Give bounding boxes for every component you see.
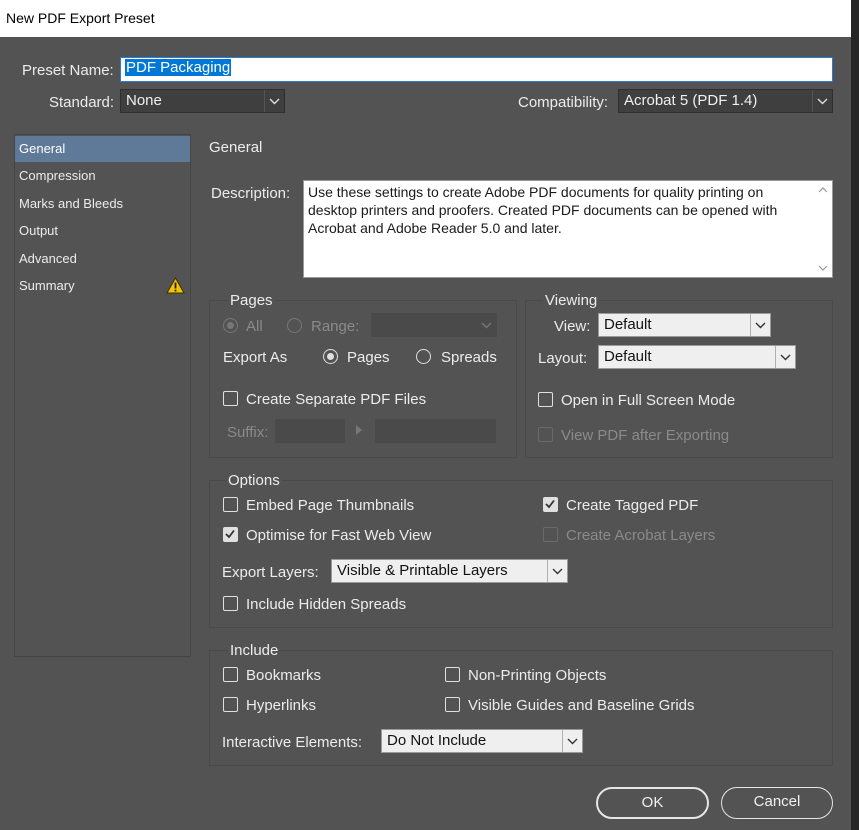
create-separate-pdf-label: Create Separate PDF Files: [246, 391, 427, 408]
standard-value: None: [126, 92, 162, 109]
preset-name-label: Preset Name:: [22, 62, 114, 79]
preset-name-value: PDF Packaging: [125, 59, 232, 76]
export-spreads-label: Spreads: [441, 349, 497, 366]
sidebar-item-general[interactable]: General: [15, 136, 190, 162]
sidebar-item-marks-and-bleeds[interactable]: Marks and Bleeds: [15, 191, 190, 217]
export-layers-label: Export Layers:: [222, 564, 319, 581]
export-spreads-radio[interactable]: [416, 349, 431, 364]
sidebar-item-compression[interactable]: Compression: [15, 163, 190, 189]
section-title: General: [209, 139, 263, 156]
export-as-label: Export As: [223, 349, 288, 366]
create-acrobat-layers-checkbox[interactable]: [543, 527, 558, 542]
suffix-input[interactable]: [275, 419, 345, 443]
chevron-down-icon: [476, 314, 496, 336]
description-scrollbar[interactable]: [816, 181, 830, 277]
scroll-up-icon: [818, 187, 828, 193]
checkmark-icon: [545, 499, 555, 509]
view-after-exporting-checkbox[interactable]: [538, 427, 553, 442]
hyperlinks-checkbox[interactable]: [223, 697, 238, 712]
cancel-button[interactable]: Cancel: [721, 787, 833, 819]
interactive-elements-label: Interactive Elements:: [222, 734, 363, 751]
suffix-token-input[interactable]: [375, 419, 496, 443]
layout-value: Default: [604, 348, 652, 365]
range-radio[interactable]: [287, 318, 302, 333]
embed-thumbnails-checkbox[interactable]: [223, 497, 238, 512]
scroll-down-icon: [818, 265, 828, 271]
chevron-down-icon: [775, 346, 795, 368]
checkmark-icon: [225, 529, 235, 539]
compatibility-value: Acrobat 5 (PDF 1.4): [624, 92, 758, 109]
ok-button[interactable]: OK: [596, 787, 709, 819]
compatibility-label: Compatibility:: [518, 94, 609, 111]
hyperlinks-label: Hyperlinks: [246, 697, 317, 714]
standard-dropdown[interactable]: None: [120, 89, 285, 113]
export-pages-radio[interactable]: [323, 349, 338, 364]
range-dropdown[interactable]: [371, 313, 497, 337]
category-sidebar: General Compression Marks and Bleeds Out…: [14, 134, 191, 657]
layout-dropdown[interactable]: Default: [598, 345, 796, 369]
include-hidden-spreads-checkbox[interactable]: [223, 596, 238, 611]
visible-guides-checkbox[interactable]: [445, 697, 460, 712]
layout-label: Layout:: [538, 350, 588, 367]
create-acrobat-layers-label: Create Acrobat Layers: [566, 527, 716, 544]
view-label: View:: [554, 318, 591, 335]
optimise-web-checkbox[interactable]: [223, 527, 238, 542]
bookmarks-label: Bookmarks: [246, 667, 322, 684]
description-label: Description:: [211, 185, 291, 202]
full-screen-label: Open in Full Screen Mode: [561, 392, 736, 409]
chevron-down-icon: [812, 90, 832, 112]
chevron-down-icon: [562, 730, 582, 752]
preset-name-input[interactable]: PDF Packaging: [120, 57, 833, 82]
sidebar-item-summary[interactable]: Summary: [15, 273, 190, 299]
pages-group-title: Pages: [228, 292, 275, 309]
view-value: Default: [604, 316, 652, 333]
include-group-title: Include: [228, 642, 281, 659]
bookmarks-checkbox[interactable]: [223, 667, 238, 682]
compatibility-dropdown[interactable]: Acrobat 5 (PDF 1.4): [618, 89, 833, 113]
export-layers-dropdown[interactable]: Visible & Printable Layers: [331, 559, 568, 583]
description-textarea[interactable]: Use these settings to create Adobe PDF d…: [303, 180, 833, 278]
sidebar-item-label: Summary: [19, 278, 75, 293]
create-separate-pdf-checkbox[interactable]: [223, 391, 238, 406]
chevron-down-icon: [547, 560, 567, 582]
chevron-down-icon: [264, 90, 284, 112]
standard-label: Standard:: [49, 94, 115, 111]
options-group-title: Options: [226, 472, 282, 489]
non-printing-objects-label: Non-Printing Objects: [468, 667, 607, 684]
interactive-elements-dropdown[interactable]: Do Not Include: [381, 729, 583, 753]
warning-icon: [166, 276, 185, 303]
view-dropdown[interactable]: Default: [598, 313, 771, 337]
create-tagged-checkbox[interactable]: [543, 497, 558, 512]
window-title: New PDF Export Preset: [0, 0, 851, 37]
export-pages-label: Pages: [347, 349, 390, 366]
optimise-web-label: Optimise for Fast Web View: [246, 527, 432, 544]
suffix-label: Suffix:: [227, 424, 269, 441]
non-printing-objects-checkbox[interactable]: [445, 667, 460, 682]
chevron-down-icon: [750, 314, 770, 336]
full-screen-checkbox[interactable]: [538, 392, 553, 407]
embed-thumbnails-label: Embed Page Thumbnails: [246, 497, 415, 514]
all-pages-label: All: [246, 318, 263, 335]
play-arrow-icon[interactable]: [355, 423, 363, 441]
export-layers-value: Visible & Printable Layers: [337, 562, 508, 579]
include-hidden-spreads-label: Include Hidden Spreads: [246, 596, 407, 613]
sidebar-item-output[interactable]: Output: [15, 218, 190, 244]
range-label: Range:: [311, 318, 360, 335]
create-tagged-label: Create Tagged PDF: [566, 497, 699, 514]
viewing-group-title: Viewing: [543, 292, 600, 309]
visible-guides-label: Visible Guides and Baseline Grids: [468, 697, 695, 714]
interactive-elements-value: Do Not Include: [387, 732, 487, 749]
all-pages-radio[interactable]: [223, 318, 238, 333]
view-after-exporting-label: View PDF after Exporting: [561, 427, 730, 444]
description-text: Use these settings to create Adobe PDF d…: [308, 184, 778, 236]
sidebar-item-advanced[interactable]: Advanced: [15, 246, 190, 272]
background-window-strip: [851, 0, 859, 830]
